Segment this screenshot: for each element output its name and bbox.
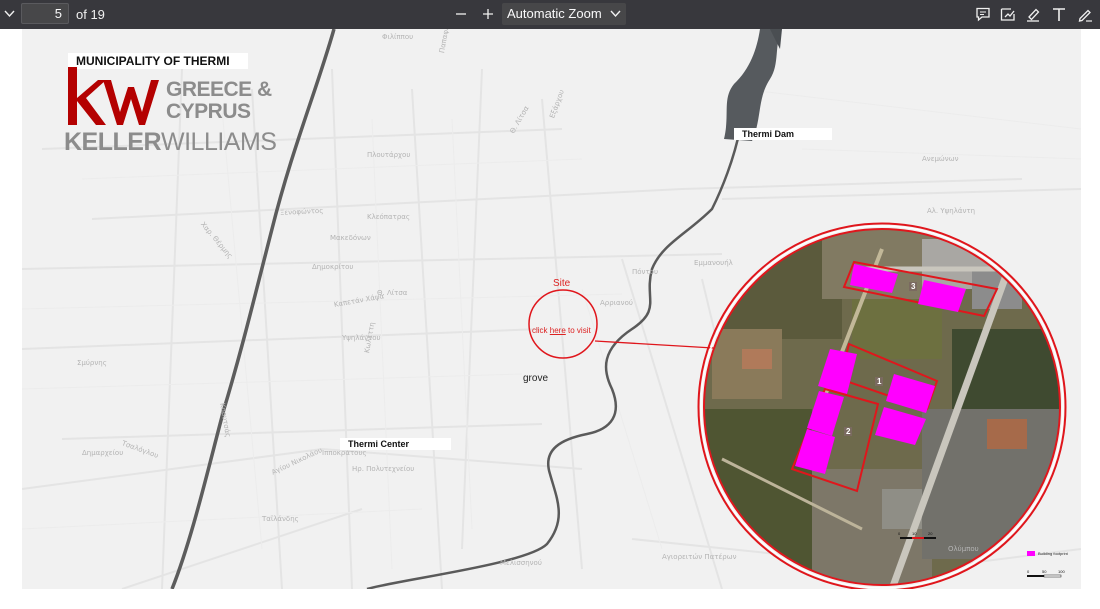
- scale-mark: 50: [1042, 569, 1047, 574]
- scale-mark: 0: [898, 531, 901, 536]
- street-label: Εμμανουήλ: [694, 259, 733, 267]
- click-suffix: to visit: [565, 326, 591, 335]
- plot-number: 3: [909, 282, 918, 291]
- pdf-page: Φιλίππου Παπαφλέσσα Θ. Λίτσα Εξάρχου Πλο…: [22, 29, 1081, 589]
- zoom-in-button[interactable]: [479, 6, 497, 22]
- scale-mark: 0: [1027, 569, 1030, 574]
- street-label: Αλ. Υψηλάντη: [927, 207, 976, 215]
- street-label: Σμύρνης: [77, 359, 107, 367]
- add-text-button[interactable]: [1049, 5, 1069, 23]
- chevron-down-icon: [610, 6, 621, 21]
- minus-icon: [456, 13, 466, 15]
- sidebar-toggle-button[interactable]: [2, 6, 16, 22]
- street-label: Πλουτάρχου: [367, 151, 411, 159]
- street-label: Μελισσηνού: [500, 559, 542, 567]
- site-visit-text: click here to visit: [532, 326, 591, 335]
- logo-brand-williams: WILLIAMS: [161, 128, 277, 156]
- street-label: Αγιορειτών Πατέρων: [662, 553, 737, 561]
- signature-icon: [1000, 7, 1015, 21]
- legend-label: Building footprint: [1038, 551, 1068, 556]
- page-number-input[interactable]: [21, 3, 69, 24]
- page-count-label: of 19: [76, 7, 105, 22]
- draw-button[interactable]: [1075, 5, 1095, 23]
- scale-mark: 20: [928, 531, 933, 536]
- street-label: Δημαρχείου: [82, 449, 124, 457]
- thermi-center-label: Thermi Center: [340, 438, 451, 450]
- street-label: Αρριανού: [600, 299, 633, 307]
- thermi-dam-label: Thermi Dam: [734, 128, 832, 140]
- logo-region-line2: CYPRUS: [166, 100, 251, 123]
- street-label: Δημοκρίτου: [312, 263, 354, 271]
- logo-brand-name: KELLERWILLIAMS: [64, 127, 277, 157]
- highlight-button[interactable]: [1023, 5, 1043, 23]
- site-visit-link[interactable]: here: [550, 326, 566, 335]
- zoom-select-value: Automatic Zoom: [507, 6, 602, 21]
- keller-williams-logo: GREECE & CYPRUS KELLERWILLIAMS: [62, 65, 277, 165]
- street-label: Ταϊλάνδης: [262, 515, 299, 523]
- plus-icon: [483, 9, 493, 19]
- signature-button[interactable]: [998, 5, 1018, 23]
- street-label: Ολύμπου: [948, 545, 979, 553]
- zoom-out-button[interactable]: [452, 6, 470, 22]
- click-prefix: click: [532, 326, 550, 335]
- logo-region-line1: GREECE &: [166, 78, 272, 101]
- zoom-select[interactable]: Automatic Zoom: [502, 3, 626, 25]
- street-label: Φιλίππου: [382, 33, 414, 41]
- scale-mark: 100: [1058, 569, 1065, 574]
- scale-mark: 10: [912, 531, 917, 536]
- plot-number: 2: [844, 427, 853, 436]
- street-label: Ηρ. Πολυτεχνείου: [352, 465, 415, 473]
- document-viewer[interactable]: Φιλίππου Παπαφλέσσα Θ. Λίτσα Εξάρχου Πλο…: [0, 29, 1100, 609]
- street-label: Πόντου: [632, 268, 659, 276]
- plot-number: 1: [875, 377, 884, 386]
- street-label: Ιπποκράτους: [322, 449, 367, 457]
- site-label: Site: [553, 278, 571, 289]
- grove-label: grove: [523, 373, 549, 384]
- street-label: Υψηλάντου: [342, 334, 381, 342]
- highlight-icon: [1027, 8, 1040, 22]
- street-label: Μακεδόνων: [330, 234, 371, 242]
- draw-icon: [1078, 9, 1092, 22]
- chevron-down-icon: [3, 10, 15, 18]
- street-label: Ανεμώνων: [922, 155, 959, 163]
- street-label: Κλεόπατρας: [367, 213, 411, 221]
- text-icon: [1053, 7, 1065, 21]
- comment-button[interactable]: [973, 5, 993, 23]
- comment-icon: [976, 7, 990, 21]
- kw-mark: [68, 67, 159, 125]
- logo-brand-keller: KELLER: [64, 128, 162, 156]
- pdf-toolbar: of 19 Automatic Zoom: [0, 0, 1100, 29]
